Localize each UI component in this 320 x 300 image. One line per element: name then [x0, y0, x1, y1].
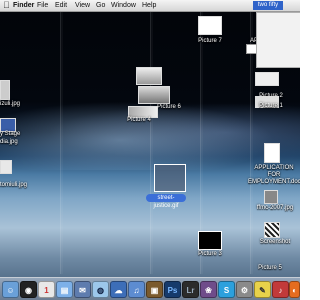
- wallpaper-strip: [60, 12, 63, 274]
- dock: ☺ ◉ 1 ▤ ✉ ◍ ☁ ♫ ▣ Ps Lr ❀ S ⚙ ✎ ♪ ◐: [0, 277, 300, 300]
- street-justice-label[interactable]: street-justice.gif: [146, 194, 186, 209]
- right-mid-label: ffmc-2007.jpg: [256, 205, 294, 211]
- menu-window[interactable]: Window: [111, 0, 136, 11]
- left-file-thumbnail[interactable]: [0, 80, 10, 100]
- popup-panel: [256, 12, 300, 68]
- left-bottom-label: tomiuli.jpg: [0, 182, 28, 188]
- lightroom-icon[interactable]: Lr: [182, 281, 199, 298]
- picture-7-thumbnail[interactable]: [198, 16, 222, 35]
- picture-7-label: Picture 7: [198, 38, 222, 44]
- picture-3-label: Picture 3: [198, 251, 222, 257]
- system-preferences-icon[interactable]: ⚙: [236, 281, 253, 298]
- picture-2-thumbnail[interactable]: [255, 72, 279, 86]
- picture-3-thumbnail[interactable]: [198, 231, 222, 250]
- left-bottom-thumbnail[interactable]: [0, 160, 12, 174]
- street-justice-thumbnail[interactable]: [154, 164, 186, 192]
- picture-1-label: Picture 1: [259, 103, 283, 109]
- ichat-icon[interactable]: ☁: [110, 281, 127, 298]
- dashboard-icon[interactable]: ◉: [20, 281, 37, 298]
- itunes-icon[interactable]: ♫: [128, 281, 145, 298]
- skype-icon[interactable]: S: [218, 281, 235, 298]
- wallpaper-strip: [150, 12, 153, 274]
- calendar-icon[interactable]: 1: [38, 281, 55, 298]
- docx-file-label: APPLICATION FOR EMPLOYMENT.docx: [248, 165, 300, 185]
- right-bottom-label: Picture 5: [258, 265, 282, 271]
- firefox-icon[interactable]: ◐: [289, 281, 300, 298]
- menu-edit[interactable]: Edit: [55, 0, 67, 11]
- docx-file-icon[interactable]: [264, 143, 280, 163]
- menu-finder[interactable]: Finder: [13, 0, 34, 11]
- stickies-icon[interactable]: ✎: [254, 281, 271, 298]
- safari-icon[interactable]: ◍: [92, 281, 109, 298]
- mail-icon[interactable]: ✉: [74, 281, 91, 298]
- finder-folder-icon[interactable]: ▤: [56, 281, 73, 298]
- menu-bar:  Finder File Edit View Go Window Help t…: [0, 0, 300, 12]
- menu-help[interactable]: Help: [142, 0, 156, 11]
- preview-icon[interactable]: ❀: [200, 281, 217, 298]
- left-top-label: izuli.jpg: [0, 101, 21, 107]
- left-stage-thumbnail[interactable]: [0, 118, 16, 132]
- picture-4-label: Picture 4: [127, 117, 151, 123]
- menu-view[interactable]: View: [75, 0, 90, 11]
- finder-icon[interactable]: ☺: [2, 281, 19, 298]
- left-mid-label: y Stage: [0, 131, 21, 137]
- menu-go[interactable]: Go: [96, 0, 105, 11]
- music-icon[interactable]: ♪: [272, 281, 289, 298]
- apple-icon[interactable]: : [3, 0, 12, 11]
- photos-icon[interactable]: ▣: [146, 281, 163, 298]
- right-mid2-label: Screenshot: [259, 239, 291, 245]
- menubar-tooltip: two fifty: [253, 1, 283, 10]
- right-mid-thumbnail[interactable]: [264, 190, 278, 204]
- picture-6-thumbnail[interactable]: [138, 86, 170, 104]
- photoshop-icon[interactable]: Ps: [164, 281, 181, 298]
- picture-6-small-thumbnail[interactable]: [136, 67, 162, 85]
- left-mid2-label: dia.jpg: [0, 139, 18, 145]
- screenshot-thumbnail[interactable]: [264, 222, 280, 238]
- desktop:  Finder File Edit View Go Window Help t…: [0, 0, 300, 300]
- menu-file[interactable]: File: [37, 0, 48, 11]
